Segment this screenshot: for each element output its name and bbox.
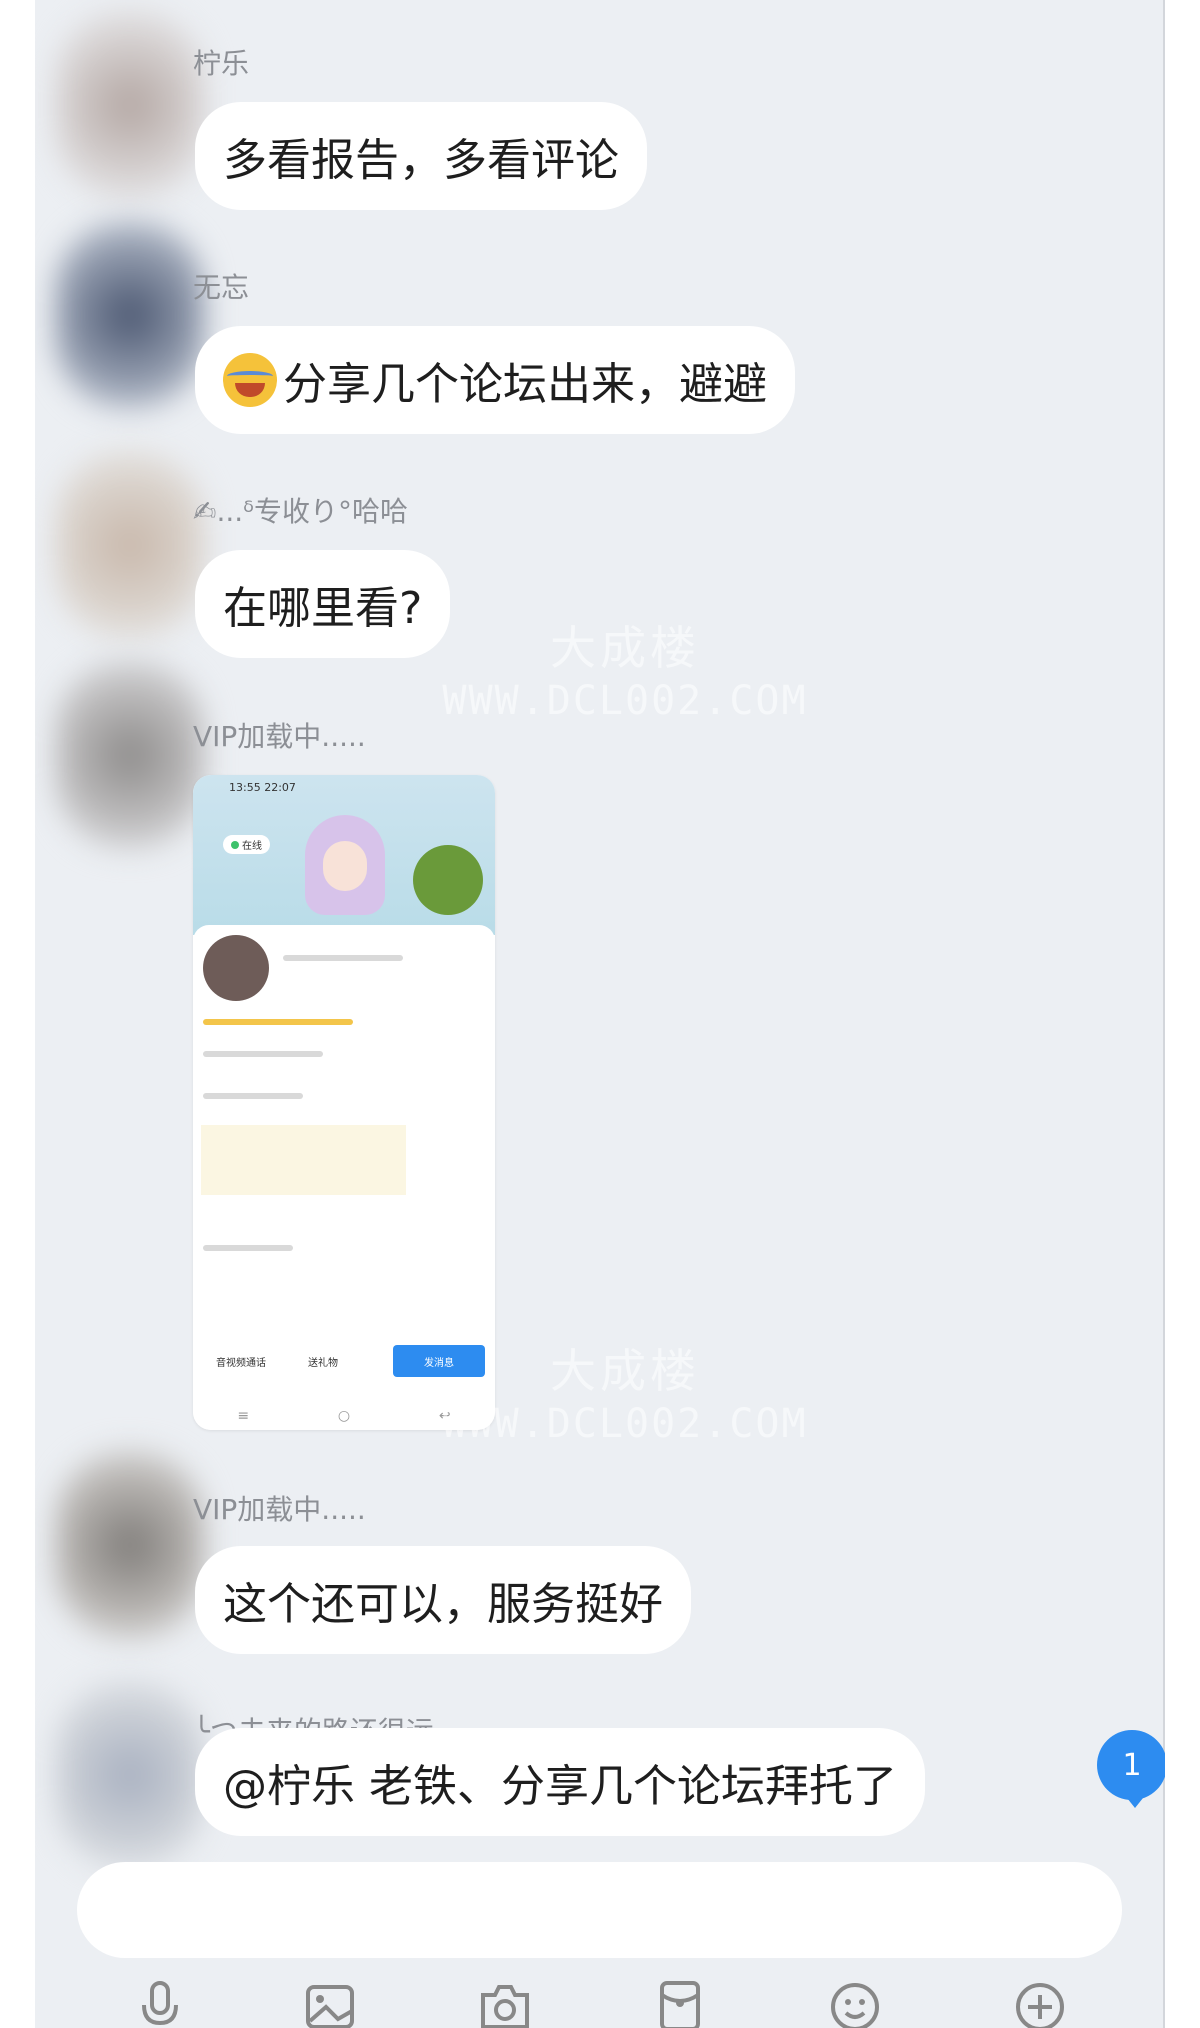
emoji-icon[interactable] xyxy=(825,1975,885,2028)
input-toolbar xyxy=(35,1975,1165,2028)
message-bubble[interactable]: 在哪里看? xyxy=(195,550,451,658)
microphone-icon[interactable] xyxy=(130,1975,190,2028)
message-text: 分享几个论坛出来，避避 xyxy=(283,359,767,410)
message-input[interactable] xyxy=(77,1862,1122,1958)
chat-screen: 柠乐 多看报告，多看评论 无忘 分享几个论坛出来，避避 ✍...ᵟ专收り°哈哈 … xyxy=(35,0,1165,2028)
profile-avatar xyxy=(203,935,269,1001)
laughing-tears-emoji-icon xyxy=(223,353,277,407)
avatar[interactable] xyxy=(55,1450,205,1640)
plus-icon[interactable] xyxy=(1010,1975,1070,2028)
avatar[interactable] xyxy=(55,10,205,200)
plant-decoration xyxy=(413,845,483,915)
menu-icon: ≡ xyxy=(237,1408,250,1424)
home-icon: ○ xyxy=(337,1408,351,1424)
placeholder-line xyxy=(203,1093,303,1099)
screenshot-status-bar: 13:55 22:07 xyxy=(229,781,296,794)
red-packet-icon[interactable] xyxy=(650,1975,710,2028)
edge-divider xyxy=(1163,0,1165,2028)
avatar-character-face xyxy=(323,841,367,891)
sender-name: 无忘 xyxy=(193,271,250,304)
placeholder-line xyxy=(203,1051,323,1057)
watermark-url: WWW.DCL002.COM xyxy=(442,678,808,724)
message-bubble[interactable]: 分享几个论坛出来，避避 xyxy=(195,326,795,434)
sender-name: 柠乐 xyxy=(193,47,250,80)
gift-button: 送礼物 xyxy=(308,1357,338,1369)
sender-name: VIP加载中..... xyxy=(193,1493,366,1526)
message-bubble[interactable]: 这个还可以，服务挺好 xyxy=(195,1546,691,1654)
sender-name: ✍...ᵟ专收り°哈哈 xyxy=(193,495,408,528)
call-button: 音视频通话 xyxy=(216,1357,266,1369)
message-bubble[interactable]: @柠乐 老铁、分享几个论坛拜托了 xyxy=(195,1728,925,1836)
online-badge: 在线 xyxy=(223,835,270,854)
camera-icon[interactable] xyxy=(475,1975,535,2028)
info-panel xyxy=(201,1125,406,1195)
sender-name: VIP加载中..... xyxy=(193,720,366,753)
unread-count-badge[interactable]: 1 xyxy=(1097,1730,1165,1808)
watermark-title: 大成楼 xyxy=(550,621,700,675)
message-bubble[interactable]: 多看报告，多看评论 xyxy=(195,102,647,210)
avatar[interactable] xyxy=(55,220,205,410)
back-icon: ↩ xyxy=(438,1408,451,1424)
placeholder-line xyxy=(203,1019,353,1025)
avatar[interactable] xyxy=(55,660,205,850)
screenshot-nav: ≡ ○ ↩ xyxy=(193,1408,495,1424)
image-message[interactable]: 13:55 22:07 在线 音视频通话 送礼物 发消息 ≡ ○ ↩ xyxy=(193,775,495,1430)
placeholder-line xyxy=(283,955,403,961)
avatar[interactable] xyxy=(55,1680,205,1870)
profile-card: 音视频通话 送礼物 发消息 ≡ ○ ↩ xyxy=(193,925,495,1430)
image-icon[interactable] xyxy=(300,1975,360,2028)
avatar[interactable] xyxy=(55,450,205,640)
send-message-button: 发消息 xyxy=(393,1345,485,1377)
placeholder-line xyxy=(203,1245,293,1251)
message-bubble-partial: @柠乐 老铁、分享几个论坛拜托了 xyxy=(195,1728,965,1838)
watermark: 大成楼 WWW.DCL002.COM xyxy=(405,612,845,724)
